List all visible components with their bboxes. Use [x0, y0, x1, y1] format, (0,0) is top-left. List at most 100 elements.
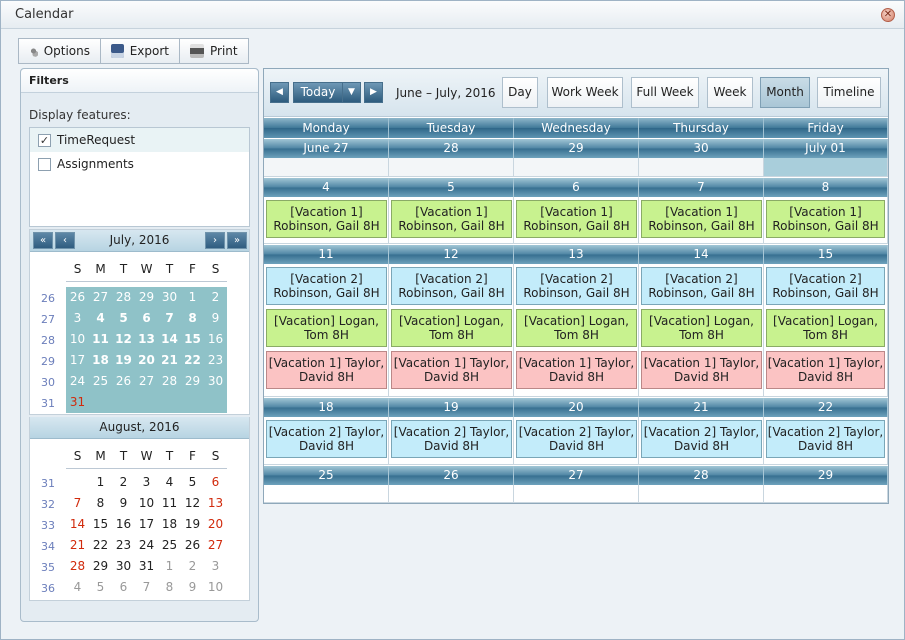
date-header[interactable]: 18: [264, 398, 389, 417]
calendar-day[interactable]: 13: [204, 496, 227, 510]
calendar-day[interactable]: 15: [181, 332, 204, 346]
day-cell[interactable]: [639, 158, 764, 177]
calendar-day[interactable]: 28: [158, 374, 181, 388]
calendar-day[interactable]: 29: [135, 290, 158, 304]
day-cell[interactable]: [764, 158, 888, 177]
calendar-day[interactable]: 26: [66, 290, 89, 304]
calendar-day[interactable]: 12: [181, 496, 204, 510]
date-header[interactable]: 12: [389, 245, 514, 264]
event-item[interactable]: [Vacation 1] Taylor, David 8H: [641, 351, 762, 389]
next-year-icon[interactable]: »: [227, 232, 247, 249]
event-item[interactable]: [Vacation 1] Robinson, Gail 8H: [516, 200, 637, 238]
event-item[interactable]: [Vacation 1] Robinson, Gail 8H: [391, 200, 512, 238]
prev-month-icon[interactable]: ‹: [55, 232, 75, 249]
close-icon[interactable]: ✕: [881, 8, 895, 22]
prev-period-icon[interactable]: ◀: [270, 82, 289, 103]
calendar-day[interactable]: 31: [135, 559, 158, 573]
calendar-day[interactable]: 15: [89, 517, 112, 531]
calendar-day[interactable]: 16: [112, 517, 135, 531]
calendar-day[interactable]: 29: [181, 374, 204, 388]
date-header[interactable]: 26: [389, 466, 514, 485]
calendar-day[interactable]: 5: [181, 475, 204, 489]
event-item[interactable]: [Vacation] Logan, Tom 8H: [516, 309, 637, 347]
calendar-day[interactable]: 12: [112, 332, 135, 346]
calendar-day[interactable]: 21: [158, 353, 181, 367]
day-cell[interactable]: [764, 485, 888, 503]
date-header[interactable]: 25: [264, 466, 389, 485]
calendar-day[interactable]: 27: [89, 290, 112, 304]
event-item[interactable]: [Vacation 2] Robinson, Gail 8H: [391, 267, 512, 305]
calendar-day[interactable]: 21: [66, 538, 89, 552]
event-item[interactable]: [Vacation 2] Taylor, David 8H: [516, 420, 637, 458]
date-header[interactable]: 21: [639, 398, 764, 417]
day-cell[interactable]: [389, 485, 514, 503]
chevron-down-icon[interactable]: ▼: [342, 82, 361, 103]
date-header[interactable]: 7: [639, 178, 764, 197]
event-item[interactable]: [Vacation 2] Robinson, Gail 8H: [266, 267, 387, 305]
calendar-day[interactable]: 18: [158, 517, 181, 531]
calendar-day[interactable]: 28: [66, 559, 89, 573]
view-month-button[interactable]: Month: [760, 77, 810, 108]
date-header[interactable]: 28: [639, 466, 764, 485]
calendar-day[interactable]: 24: [66, 374, 89, 388]
today-button[interactable]: Today: [293, 82, 343, 103]
calendar-day[interactable]: 14: [158, 332, 181, 346]
calendar-day[interactable]: 1: [181, 290, 204, 304]
event-item[interactable]: [Vacation 1] Robinson, Gail 8H: [641, 200, 762, 238]
date-header[interactable]: 20: [514, 398, 639, 417]
calendar-day[interactable]: 6: [112, 580, 135, 594]
calendar-day[interactable]: 13: [135, 332, 158, 346]
date-header[interactable]: 14: [639, 245, 764, 264]
event-item[interactable]: [Vacation] Logan, Tom 8H: [391, 309, 512, 347]
date-header[interactable]: 11: [264, 245, 389, 264]
day-cell[interactable]: [514, 158, 639, 177]
date-header[interactable]: 27: [514, 466, 639, 485]
feature-assignments[interactable]: Assignments: [30, 152, 249, 176]
event-item[interactable]: [Vacation 2] Robinson, Gail 8H: [516, 267, 637, 305]
event-item[interactable]: [Vacation 2] Taylor, David 8H: [766, 420, 885, 458]
calendar-day[interactable]: 16: [204, 332, 227, 346]
view-full-week-button[interactable]: Full Week: [631, 77, 699, 108]
day-cell[interactable]: [389, 158, 514, 177]
calendar-day[interactable]: 4: [89, 311, 112, 325]
calendar-day[interactable]: 14: [66, 517, 89, 531]
calendar-day[interactable]: 29: [89, 559, 112, 573]
day-cell[interactable]: [514, 485, 639, 503]
calendar-day[interactable]: 3: [66, 311, 89, 325]
checkbox-icon[interactable]: [38, 157, 51, 171]
calendar-day[interactable]: 18: [89, 353, 112, 367]
date-header[interactable]: 28: [389, 139, 514, 158]
calendar-day[interactable]: 20: [204, 517, 227, 531]
event-item[interactable]: [Vacation] Logan, Tom 8H: [641, 309, 762, 347]
calendar-day[interactable]: 25: [158, 538, 181, 552]
event-item[interactable]: [Vacation 1] Taylor, David 8H: [766, 351, 885, 389]
calendar-day[interactable]: 17: [66, 353, 89, 367]
calendar-day[interactable]: 28: [112, 290, 135, 304]
calendar-day[interactable]: 2: [204, 290, 227, 304]
calendar-day[interactable]: 9: [181, 580, 204, 594]
calendar-day[interactable]: 2: [181, 559, 204, 573]
calendar-day[interactable]: 25: [89, 374, 112, 388]
event-item[interactable]: [Vacation 1] Taylor, David 8H: [391, 351, 512, 389]
calendar-day[interactable]: 26: [181, 538, 204, 552]
calendar-day[interactable]: 11: [89, 332, 112, 346]
event-item[interactable]: [Vacation 1] Taylor, David 8H: [516, 351, 637, 389]
calendar-day[interactable]: 7: [135, 580, 158, 594]
event-item[interactable]: [Vacation] Logan, Tom 8H: [266, 309, 387, 347]
calendar-day[interactable]: 6: [135, 311, 158, 325]
next-period-icon[interactable]: ▶: [364, 82, 383, 103]
event-item[interactable]: [Vacation 2] Taylor, David 8H: [391, 420, 512, 458]
calendar-day[interactable]: 23: [204, 353, 227, 367]
view-day-button[interactable]: Day: [502, 77, 538, 108]
event-item[interactable]: [Vacation 1] Robinson, Gail 8H: [266, 200, 387, 238]
date-header[interactable]: 15: [764, 245, 888, 264]
calendar-day[interactable]: 4: [66, 580, 89, 594]
calendar-day[interactable]: 1: [89, 475, 112, 489]
calendar-day[interactable]: 10: [135, 496, 158, 510]
day-cell[interactable]: [264, 158, 389, 177]
date-header[interactable]: 30: [639, 139, 764, 158]
calendar-day[interactable]: 8: [89, 496, 112, 510]
calendar-day[interactable]: 3: [204, 559, 227, 573]
calendar-day[interactable]: 5: [89, 580, 112, 594]
calendar-day[interactable]: 20: [135, 353, 158, 367]
